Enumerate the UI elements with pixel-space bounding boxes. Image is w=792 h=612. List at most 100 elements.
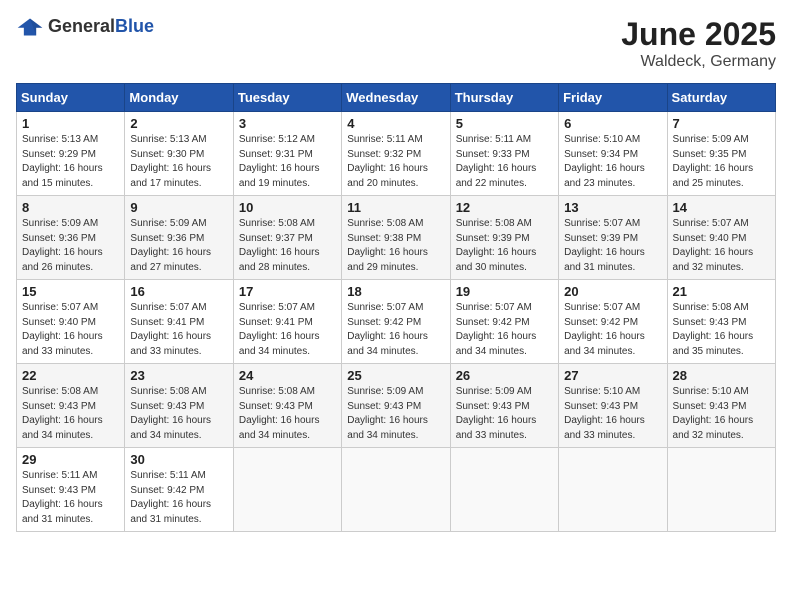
calendar-day-cell: 1Sunrise: 5:13 AM Sunset: 9:29 PM Daylig… [17,112,125,196]
day-number: 25 [347,368,444,383]
calendar-day-cell [342,448,450,532]
day-info: Sunrise: 5:07 AM Sunset: 9:42 PM Dayligh… [564,301,661,359]
calendar-week-row: 22 Sunrise: 5:08 AM Sunset: 9:43 PM Dayli… [17,364,776,448]
day-number: 13 [564,200,661,215]
day-number: 2 [130,116,227,131]
day-info: Sunrise: 5:11 AM Sunset: 9:32 PM Dayligh… [347,133,444,191]
calendar-day-cell: 15 Sunrise: 5:07 AM Sunset: 9:40 PM Dayli… [17,280,125,364]
calendar-day-cell: 6 Sunrise: 5:10 AM Sunset: 9:34 PM Daylig… [559,112,667,196]
day-info: Sunrise: 5:08 AM Sunset: 9:38 PM Dayligh… [347,217,444,275]
day-number: 8 [22,200,119,215]
calendar-day-cell: 26 Sunrise: 5:09 AM Sunset: 9:43 PM Dayli… [450,364,558,448]
calendar-table: SundayMondayTuesdayWednesdayThursdayFrid… [16,83,776,532]
day-number: 19 [456,284,553,299]
day-info: Sunrise: 5:08 AM Sunset: 9:43 PM Dayligh… [22,385,119,443]
day-number: 26 [456,368,553,383]
calendar-day-cell: 25 Sunrise: 5:09 AM Sunset: 9:43 PM Dayli… [342,364,450,448]
day-info: Sunrise: 5:08 AM Sunset: 9:43 PM Dayligh… [673,301,770,359]
calendar-day-cell [559,448,667,532]
day-info: Sunrise: 5:07 AM Sunset: 9:42 PM Dayligh… [456,301,553,359]
day-info: Sunrise: 5:07 AM Sunset: 9:40 PM Dayligh… [22,301,119,359]
calendar-day-cell: 11Sunrise: 5:08 AM Sunset: 9:38 PM Dayli… [342,196,450,280]
calendar-day-cell: 17Sunrise: 5:07 AM Sunset: 9:41 PM Dayli… [233,280,341,364]
weekday-header-cell: Friday [559,84,667,112]
day-info: Sunrise: 5:09 AM Sunset: 9:43 PM Dayligh… [347,385,444,443]
day-info: Sunrise: 5:09 AM Sunset: 9:36 PM Dayligh… [130,217,227,275]
calendar-day-cell: 10Sunrise: 5:08 AM Sunset: 9:37 PM Dayli… [233,196,341,280]
day-number: 21 [673,284,770,299]
day-number: 23 [130,368,227,383]
month-year-title: June 2025 [621,16,776,53]
day-number: 9 [130,200,227,215]
day-info: Sunrise: 5:10 AM Sunset: 9:34 PM Dayligh… [564,133,661,191]
logo-text-general: General [48,16,115,36]
calendar-week-row: 29Sunrise: 5:11 AM Sunset: 9:43 PM Dayli… [17,448,776,532]
weekday-header-cell: Tuesday [233,84,341,112]
day-number: 24 [239,368,336,383]
calendar-day-cell: 18 Sunrise: 5:07 AM Sunset: 9:42 PM Dayli… [342,280,450,364]
day-number: 16 [130,284,227,299]
calendar-day-cell: 7 Sunrise: 5:09 AM Sunset: 9:35 PM Daylig… [667,112,775,196]
day-number: 30 [130,452,227,467]
weekday-header-cell: Sunday [17,84,125,112]
day-number: 6 [564,116,661,131]
day-number: 4 [347,116,444,131]
logo: GeneralBlue [16,16,154,37]
weekday-header-cell: Monday [125,84,233,112]
day-info: Sunrise: 5:08 AM Sunset: 9:43 PM Dayligh… [239,385,336,443]
calendar-day-cell [233,448,341,532]
calendar-day-cell: 4 Sunrise: 5:11 AM Sunset: 9:32 PM Daylig… [342,112,450,196]
logo-text-blue: Blue [115,16,154,36]
day-number: 22 [22,368,119,383]
calendar-day-cell: 29Sunrise: 5:11 AM Sunset: 9:43 PM Dayli… [17,448,125,532]
day-info: Sunrise: 5:08 AM Sunset: 9:39 PM Dayligh… [456,217,553,275]
calendar-day-cell: 22 Sunrise: 5:08 AM Sunset: 9:43 PM Dayli… [17,364,125,448]
weekday-header-cell: Wednesday [342,84,450,112]
day-info: Sunrise: 5:10 AM Sunset: 9:43 PM Dayligh… [564,385,661,443]
calendar-day-cell: 24 Sunrise: 5:08 AM Sunset: 9:43 PM Dayli… [233,364,341,448]
day-number: 27 [564,368,661,383]
day-info: Sunrise: 5:07 AM Sunset: 9:40 PM Dayligh… [673,217,770,275]
calendar-day-cell: 14Sunrise: 5:07 AM Sunset: 9:40 PM Dayli… [667,196,775,280]
day-info: Sunrise: 5:10 AM Sunset: 9:43 PM Dayligh… [673,385,770,443]
weekday-header-cell: Saturday [667,84,775,112]
day-info: Sunrise: 5:08 AM Sunset: 9:37 PM Dayligh… [239,217,336,275]
calendar-week-row: 8 Sunrise: 5:09 AM Sunset: 9:36 PM Daylig… [17,196,776,280]
day-number: 3 [239,116,336,131]
day-info: Sunrise: 5:08 AM Sunset: 9:43 PM Dayligh… [130,385,227,443]
calendar-day-cell: 12Sunrise: 5:08 AM Sunset: 9:39 PM Dayli… [450,196,558,280]
title-area: June 2025 Waldeck, Germany [621,16,776,71]
calendar-day-cell: 5Sunrise: 5:11 AM Sunset: 9:33 PM Daylig… [450,112,558,196]
calendar-day-cell: 16 Sunrise: 5:07 AM Sunset: 9:41 PM Dayli… [125,280,233,364]
calendar-day-cell: 3 Sunrise: 5:12 AM Sunset: 9:31 PM Daylig… [233,112,341,196]
day-number: 28 [673,368,770,383]
day-number: 18 [347,284,444,299]
day-info: Sunrise: 5:09 AM Sunset: 9:35 PM Dayligh… [673,133,770,191]
day-info: Sunrise: 5:09 AM Sunset: 9:36 PM Dayligh… [22,217,119,275]
page-header: GeneralBlue June 2025 Waldeck, Germany [16,16,776,71]
logo-icon [16,17,44,37]
day-info: Sunrise: 5:12 AM Sunset: 9:31 PM Dayligh… [239,133,336,191]
day-info: Sunrise: 5:07 AM Sunset: 9:41 PM Dayligh… [130,301,227,359]
day-info: Sunrise: 5:09 AM Sunset: 9:43 PM Dayligh… [456,385,553,443]
calendar-day-cell: 2 Sunrise: 5:13 AM Sunset: 9:30 PM Daylig… [125,112,233,196]
day-info: Sunrise: 5:11 AM Sunset: 9:33 PM Dayligh… [456,133,553,191]
day-number: 29 [22,452,119,467]
calendar-week-row: 15 Sunrise: 5:07 AM Sunset: 9:40 PM Dayli… [17,280,776,364]
calendar-day-cell: 19 Sunrise: 5:07 AM Sunset: 9:42 PM Dayli… [450,280,558,364]
location-subtitle: Waldeck, Germany [621,53,776,71]
day-info: Sunrise: 5:07 AM Sunset: 9:42 PM Dayligh… [347,301,444,359]
day-info: Sunrise: 5:11 AM Sunset: 9:42 PM Dayligh… [130,469,227,527]
day-number: 15 [22,284,119,299]
day-number: 17 [239,284,336,299]
day-info: Sunrise: 5:13 AM Sunset: 9:29 PM Dayligh… [22,133,119,191]
day-info: Sunrise: 5:13 AM Sunset: 9:30 PM Dayligh… [130,133,227,191]
calendar-day-cell: 20Sunrise: 5:07 AM Sunset: 9:42 PM Dayli… [559,280,667,364]
calendar-day-cell: 8 Sunrise: 5:09 AM Sunset: 9:36 PM Daylig… [17,196,125,280]
day-number: 7 [673,116,770,131]
weekday-header-cell: Thursday [450,84,558,112]
calendar-day-cell: 28 Sunrise: 5:10 AM Sunset: 9:43 PM Dayli… [667,364,775,448]
weekday-header-row: SundayMondayTuesdayWednesdayThursdayFrid… [17,84,776,112]
calendar-day-cell: 13 Sunrise: 5:07 AM Sunset: 9:39 PM Dayli… [559,196,667,280]
day-info: Sunrise: 5:07 AM Sunset: 9:39 PM Dayligh… [564,217,661,275]
